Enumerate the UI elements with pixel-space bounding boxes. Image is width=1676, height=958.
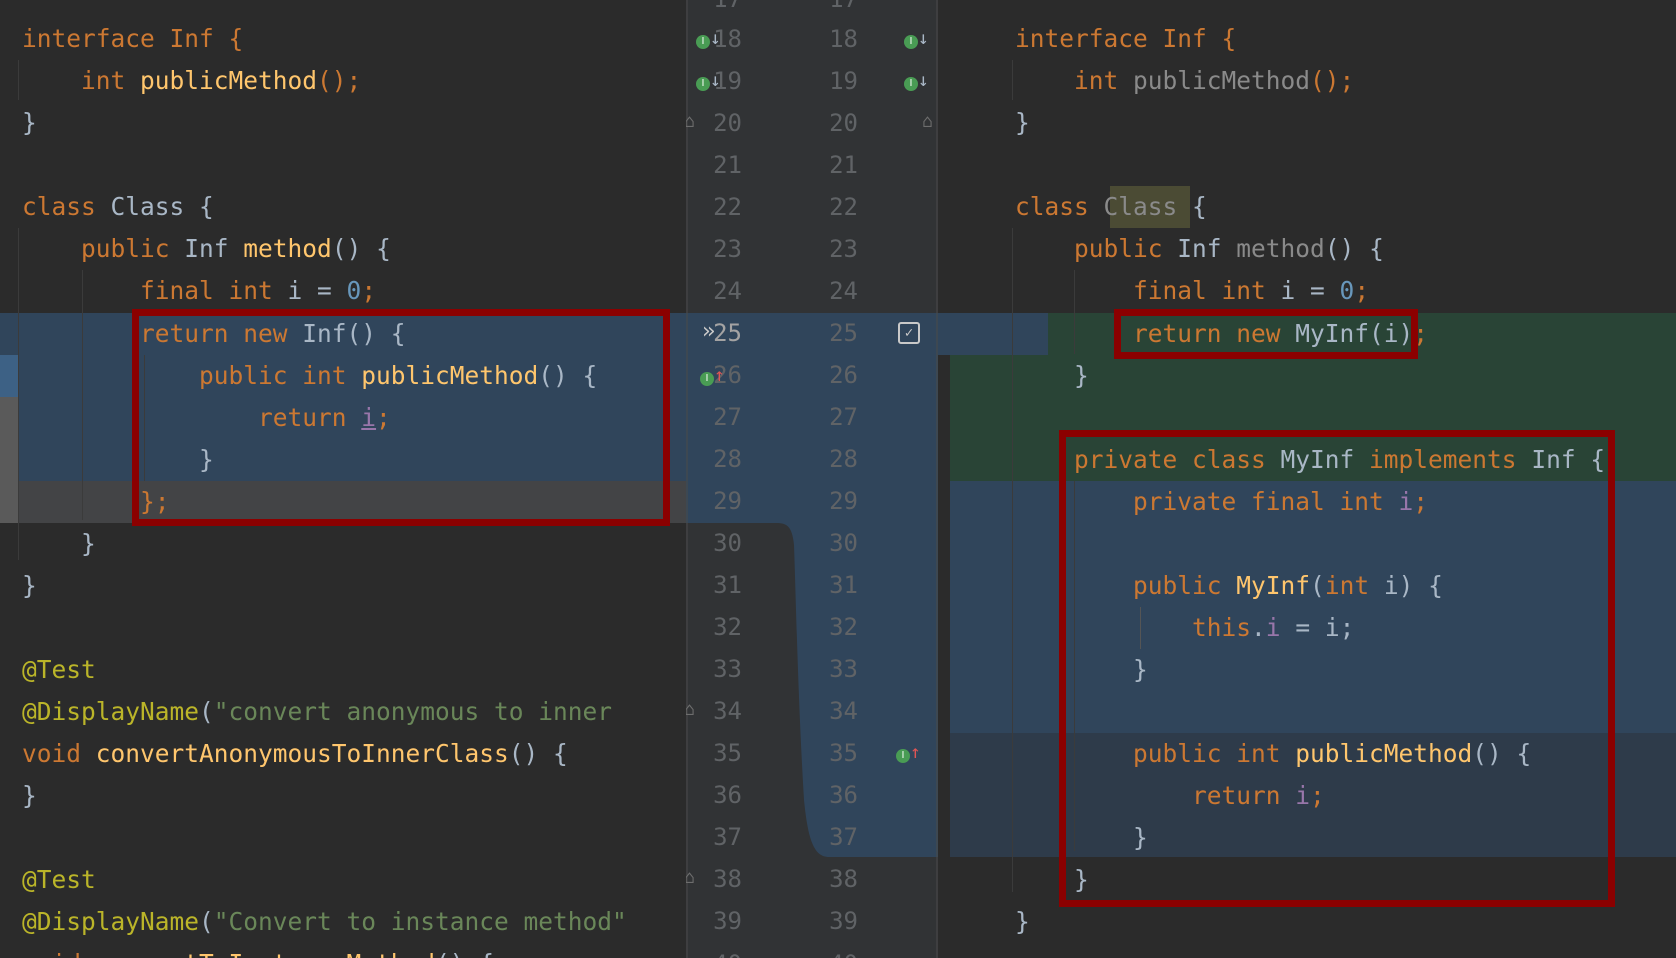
gutter-row: 38 38 [686,858,938,900]
right-line-number: 26 [829,361,858,389]
left-line-number: 23 [713,235,742,263]
code-line[interactable]: void convertAnonymousToInnerClass() { [22,733,568,775]
gutter-row: 22 22 [686,186,938,228]
right-line-number: 27 [829,403,858,431]
code-line[interactable]: class Class { [22,186,214,228]
code-line[interactable]: @Test [22,859,96,901]
gutter-row: 24 24 [686,270,938,312]
diff-gutter: 1717 18181919202021212222232324242525262… [686,0,938,958]
code-line[interactable]: } [1015,355,1089,397]
right-line-number: 31 [829,571,858,599]
checkbox-checked-icon[interactable]: ✓ [898,322,920,344]
code-line[interactable]: public Inf method() { [22,228,391,270]
right-line-number: 25 [829,319,858,347]
left-editor-pane[interactable]: interface Inf { int publicMethod(); } cl… [0,0,686,958]
gutter-row: 30 30 [686,522,938,564]
left-line-number: 22 [713,193,742,221]
gutter-row: 31 31 [686,564,938,606]
fold-icon[interactable]: ⌂ [686,700,695,720]
implements-down-icon[interactable]: I ↓ [904,29,929,49]
code-line[interactable]: final int i = 0; [22,270,376,312]
gutter-row: 20 20 [686,102,938,144]
gutter-row: 21 21 [686,144,938,186]
code-line[interactable]: final int i = 0; [1015,270,1369,312]
gutter-row: 39 39 [686,900,938,942]
right-line-number: 20 [829,109,858,137]
highlight-box-right-top [1114,309,1418,359]
right-line-number: 37 [829,823,858,851]
left-line-number: 36 [713,781,742,809]
right-line-number: 34 [829,697,858,725]
left-line-number: 21 [713,151,742,179]
right-line-number: 21 [829,151,858,179]
right-line-number: 39 [829,907,858,935]
code-line[interactable]: int publicMethod(); [1015,60,1354,102]
code-line[interactable]: } [22,102,37,144]
right-line-number: 18 [829,25,858,53]
gutter-row: 18 18 [686,18,938,60]
implements-up-icon[interactable]: I ↑ [700,366,725,386]
code-line[interactable]: @Test [22,649,96,691]
right-line-number: 29 [829,487,858,515]
code-line[interactable]: public Inf method() { [1015,228,1384,270]
left-line-number: 28 [713,445,742,473]
gutter-row: 29 29 [686,480,938,522]
fold-icon[interactable]: ⌂ [686,868,695,888]
gutter-row: 28 28 [686,438,938,480]
gutter-row: 23 23 [686,228,938,270]
right-line-number: 38 [829,865,858,893]
code-line[interactable]: } [22,523,96,565]
gutter-row: 32 32 [686,606,938,648]
code-line[interactable]: interface Inf { [22,18,243,60]
code-line[interactable]: void convertToInstanceMethod() { [22,943,494,958]
right-line-number: 33 [829,655,858,683]
left-line-number: 31 [713,571,742,599]
left-line-number: 27 [713,403,742,431]
left-line-number: 39 [713,907,742,935]
left-line-number: 33 [713,655,742,683]
code-line[interactable]: } [22,565,37,607]
highlight-box-left [132,309,670,526]
right-line-number: 35 [829,739,858,767]
fold-icon[interactable]: ⌂ [686,112,695,132]
right-line-number: 32 [829,613,858,641]
code-line[interactable]: interface Inf { [1015,18,1236,60]
gutter-row: 27 27 [686,396,938,438]
left-line-number: 30 [713,529,742,557]
left-line-number: 24 [713,277,742,305]
fold-icon[interactable]: ⌂ [922,112,933,132]
right-editor-pane[interactable]: interface Inf { int publicMethod(); } cl… [938,0,1676,958]
gutter-row: 36 36 [686,774,938,816]
code-line[interactable]: int publicMethod(); [22,60,361,102]
code-line[interactable]: @DisplayName("Convert to instance method… [22,901,627,943]
left-line-number: 32 [713,613,742,641]
code-line[interactable]: } [22,775,37,817]
code-line[interactable]: @DisplayName("convert anonymous to inner [22,691,612,733]
implements-down-icon[interactable]: I ↓ [696,29,721,49]
implements-down-icon[interactable]: I ↓ [696,71,721,91]
right-line-number: 24 [829,277,858,305]
highlight-box-right-bottom [1059,430,1615,907]
implements-up-icon[interactable]: I ↑ [896,743,921,763]
right-line-number: 30 [829,529,858,557]
right-line-number: 36 [829,781,858,809]
gutter-row: 37 37 [686,816,938,858]
right-line-number: 28 [829,445,858,473]
right-line-number: 19 [829,67,858,95]
left-line-number: 29 [713,487,742,515]
code-line[interactable]: class Class { [1015,186,1207,228]
gutter-row: 34 34 [686,690,938,732]
left-line-number: 37 [713,823,742,851]
right-line-number: 22 [829,193,858,221]
gutter-row: 19 19 [686,60,938,102]
right-line-number: 23 [829,235,858,263]
chevrons-right-icon[interactable]: » [702,321,715,343]
implements-down-icon[interactable]: I ↓ [904,71,929,91]
code-line[interactable]: } [1015,102,1030,144]
code-line[interactable]: } [1015,901,1030,943]
left-line-number: 35 [713,739,742,767]
gutter-row: 33 33 [686,648,938,690]
